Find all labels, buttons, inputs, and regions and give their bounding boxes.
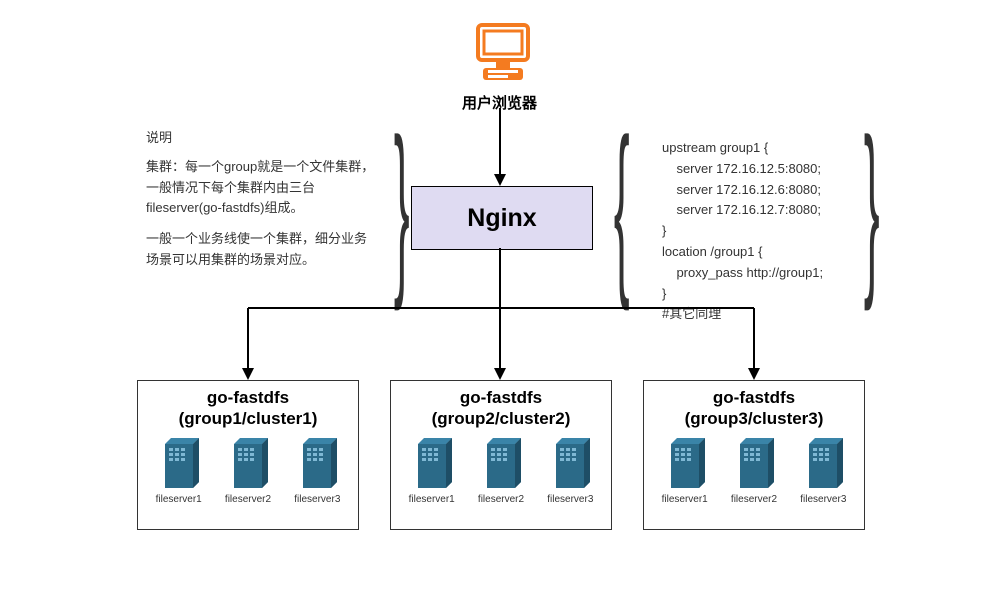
server-item: fileserver2 [478, 436, 524, 505]
server-icon [665, 436, 705, 490]
diagram-container: 用户浏览器 } { } 说明 集群：每一个group就是一个文件集群，一般情况下… [0, 0, 1003, 602]
server-icon [803, 436, 843, 490]
server-label: fileserver1 [156, 494, 202, 505]
cluster-title-l1: go-fastdfs [397, 387, 605, 408]
note-left-title: 说明 [146, 128, 376, 149]
servers-row: fileserver1 fileserver2 fileserver3 [144, 436, 352, 505]
arrows-nginx-clusters [0, 248, 1003, 388]
note-left-p1: 集群：每一个group就是一个文件集群，一般情况下每个集群内由三台fileser… [146, 157, 376, 219]
cluster-box-2: go-fastdfs (group2/cluster2) fileserver1… [390, 380, 612, 530]
server-label: fileserver2 [731, 494, 777, 505]
server-icon [297, 436, 337, 490]
server-label: fileserver2 [478, 494, 524, 505]
config-line: server 172.16.12.7:8080; [662, 200, 922, 221]
server-item: fileserver3 [800, 436, 846, 505]
arrow-browser-nginx [490, 108, 510, 186]
server-item: fileserver2 [731, 436, 777, 505]
servers-row: fileserver1 fileserver2 fileserver3 [397, 436, 605, 505]
server-icon [550, 436, 590, 490]
server-label: fileserver2 [225, 494, 271, 505]
cluster-box-1: go-fastdfs (group1/cluster1) fileserver1… [137, 380, 359, 530]
cluster-box-3: go-fastdfs (group3/cluster3) fileserver1… [643, 380, 865, 530]
nginx-label: Nginx [467, 204, 536, 233]
server-icon [228, 436, 268, 490]
cluster-title-l2: (group3/cluster3) [650, 408, 858, 429]
server-label: fileserver3 [800, 494, 846, 505]
config-line: server 172.16.12.6:8080; [662, 180, 922, 201]
cluster-title: go-fastdfs (group3/cluster3) [650, 387, 858, 430]
cluster-title: go-fastdfs (group2/cluster2) [397, 387, 605, 430]
server-item: fileserver3 [547, 436, 593, 505]
cluster-title-l1: go-fastdfs [144, 387, 352, 408]
config-line: upstream group1 { [662, 138, 922, 159]
server-item: fileserver3 [294, 436, 340, 505]
server-label: fileserver3 [294, 494, 340, 505]
server-icon [734, 436, 774, 490]
server-item: fileserver1 [662, 436, 708, 505]
browser-icon [468, 20, 538, 90]
server-label: fileserver3 [547, 494, 593, 505]
server-icon [159, 436, 199, 490]
server-icon [412, 436, 452, 490]
config-line: server 172.16.12.5:8080; [662, 159, 922, 180]
server-icon [481, 436, 521, 490]
config-line: } [662, 221, 922, 242]
servers-row: fileserver1 fileserver2 fileserver3 [650, 436, 858, 505]
server-label: fileserver1 [409, 494, 455, 505]
server-item: fileserver2 [225, 436, 271, 505]
server-item: fileserver1 [409, 436, 455, 505]
server-label: fileserver1 [662, 494, 708, 505]
cluster-title-l2: (group2/cluster2) [397, 408, 605, 429]
nginx-box: Nginx [411, 186, 593, 250]
cluster-title: go-fastdfs (group1/cluster1) [144, 387, 352, 430]
server-item: fileserver1 [156, 436, 202, 505]
cluster-title-l1: go-fastdfs [650, 387, 858, 408]
cluster-title-l2: (group1/cluster1) [144, 408, 352, 429]
